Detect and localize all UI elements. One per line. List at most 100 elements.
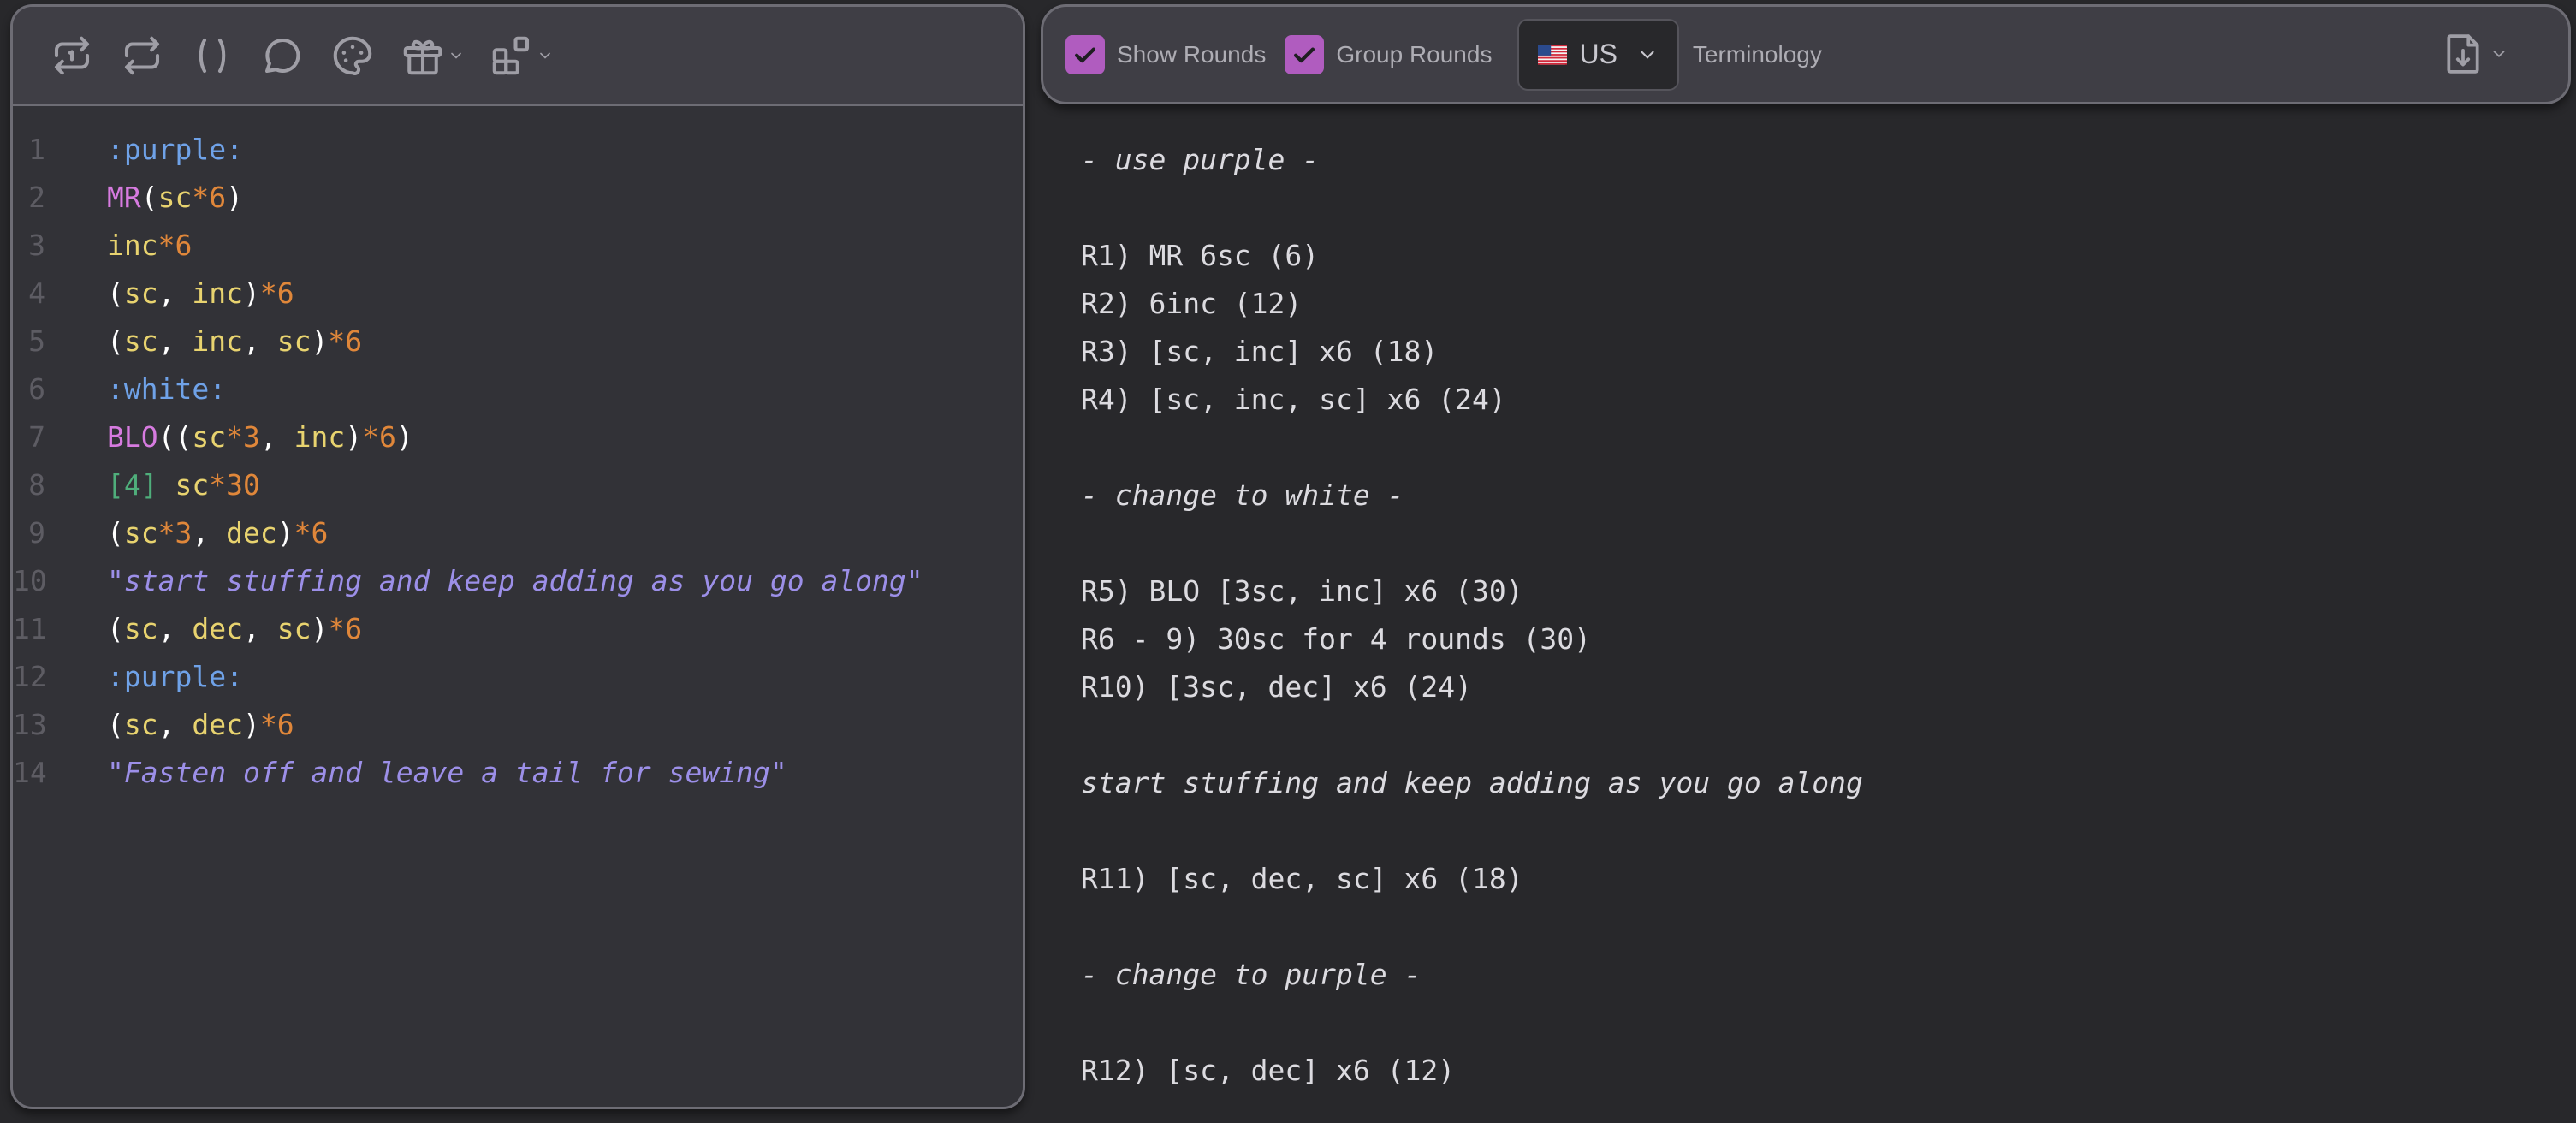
- token-num: *30: [209, 467, 260, 502]
- token-str: "Fasten off and leave a tail for sewing": [107, 755, 787, 789]
- line-number: 8: [28, 467, 45, 502]
- token-pun: (: [107, 515, 124, 550]
- token-pun: ): [242, 276, 260, 310]
- token-st: dec: [192, 611, 243, 645]
- output-round: R4) [sc, inc, sc] x6 (24): [1081, 382, 1506, 416]
- line-number: 4: [28, 276, 45, 310]
- file-download-icon: [2447, 34, 2479, 74]
- line-number: 7: [28, 419, 45, 454]
- checkmark-icon: [1294, 47, 1315, 62]
- token-pun: ): [345, 419, 363, 454]
- token-num: *6: [157, 228, 193, 262]
- code-line[interactable]: 6:white:: [13, 365, 1023, 413]
- comment-icon: [264, 38, 300, 73]
- code-line[interactable]: 10 "start stuffing and keep adding as you…: [13, 556, 1023, 604]
- token-pun: ): [395, 419, 413, 454]
- code-line[interactable]: 5 (sc, inc, sc)*6: [13, 317, 1023, 365]
- token-num: *6: [328, 324, 363, 358]
- token-pun: ): [311, 324, 329, 358]
- code-line[interactable]: 1 :purple:: [13, 125, 1023, 173]
- code-text: [4] sc*30: [80, 468, 260, 502]
- code-text: (sc, inc)*6: [80, 276, 294, 310]
- checkbox-checked[interactable]: [1285, 34, 1325, 74]
- output-round: R2) 6inc (12): [1081, 286, 1303, 320]
- output-round: R6 - 9) 30sc for 4 rounds (30): [1081, 621, 1592, 656]
- line-number: 12: [13, 659, 47, 693]
- line-number: 10: [13, 563, 47, 597]
- terminology-select[interactable]: US: [1517, 18, 1679, 91]
- token-st: sc: [123, 515, 158, 550]
- code-editor[interactable]: 1:purple: 2 MR(sc*6) 3 inc*6 4 (sc, inc)*6 5 (sc…: [13, 106, 1023, 796]
- code-text: (sc, dec, sc)*6: [80, 612, 362, 645]
- output-blank: [1081, 710, 1863, 758]
- code-line[interactable]: 2 MR(sc*6): [13, 173, 1023, 221]
- token-kw: MR: [107, 180, 141, 214]
- output-blank: [1081, 423, 1863, 471]
- token-pun: (: [107, 276, 124, 310]
- token-st: dec: [226, 515, 277, 550]
- output-round: R11) [sc, dec, sc] x6 (18): [1081, 861, 1523, 895]
- comment-button[interactable]: [259, 30, 306, 81]
- code-text: MR(sc*6): [80, 181, 243, 214]
- token-rep: [4]: [107, 467, 158, 502]
- token-st: inc: [107, 228, 158, 262]
- us-flag-icon: [1538, 44, 1568, 65]
- terminology-label: Terminology: [1692, 40, 1822, 68]
- color-palette-button[interactable]: [329, 30, 376, 81]
- code-line[interactable]: 12:purple:: [13, 652, 1023, 700]
- group-rounds-checkbox[interactable]: Group Rounds: [1285, 34, 1493, 74]
- group-rounds-label: Group Rounds: [1336, 40, 1493, 68]
- output-round: R3) [sc, inc] x6 (18): [1081, 334, 1439, 368]
- chevron-down-icon: [451, 52, 461, 59]
- token-pun: ): [226, 180, 243, 214]
- output-note: start stuffing and keep adding as you go…: [1081, 765, 1863, 799]
- show-rounds-checkbox[interactable]: Show Rounds: [1065, 34, 1267, 74]
- token-num: *6: [328, 611, 363, 645]
- code-line[interactable]: 11 (sc, dec, sc)*6: [13, 604, 1023, 652]
- code-text: "Fasten off and leave a tail for sewing": [80, 756, 787, 789]
- code-text: :purple:: [80, 133, 243, 166]
- terminology-value: US: [1579, 39, 1617, 69]
- line-number: 1: [28, 132, 45, 166]
- output-blank: [1081, 806, 1863, 854]
- output-round: R10) [3sc, dec] x6 (24): [1081, 669, 1472, 704]
- code-line[interactable]: 3 inc*6: [13, 221, 1023, 269]
- token-pun: (: [140, 180, 158, 214]
- output-note: - change to white -: [1081, 478, 1404, 512]
- code-line[interactable]: 8 [4] sc*30: [13, 460, 1023, 508]
- token-st: sc: [175, 467, 210, 502]
- checkbox-checked[interactable]: [1065, 34, 1105, 74]
- token-str: "start stuffing and keep adding as you g…: [107, 563, 923, 597]
- parentheses-button[interactable]: [189, 30, 235, 81]
- code-line[interactable]: 13 (sc, dec)*6: [13, 700, 1023, 748]
- code-text: :white:: [80, 372, 226, 406]
- pattern-output: - use purple - R1) MR 6sc (6) R2) 6inc (12…: [1081, 135, 1863, 1094]
- line-number: 13: [13, 707, 47, 741]
- token-pun: ,: [157, 611, 193, 645]
- token-pun: ,: [157, 707, 193, 741]
- gift-dropdown-button[interactable]: [400, 30, 465, 81]
- line-number: 5: [28, 324, 45, 358]
- token-num: *3: [226, 419, 260, 454]
- code-line[interactable]: 4 (sc, inc)*6: [13, 269, 1023, 317]
- token-num: *6: [294, 515, 329, 550]
- layout-dropdown-button[interactable]: [489, 30, 554, 81]
- repeat-button[interactable]: [119, 30, 165, 81]
- token-pun: [158, 468, 175, 502]
- show-rounds-label: Show Rounds: [1117, 40, 1267, 68]
- export-dropdown-button[interactable]: [2445, 33, 2508, 75]
- palette-icon: [333, 36, 372, 75]
- token-color: :purple:: [107, 132, 243, 166]
- editor-toolbar: [13, 7, 1023, 106]
- code-line[interactable]: 14 "Fasten off and leave a tail for sewin…: [13, 748, 1023, 796]
- token-color: :white:: [107, 371, 227, 406]
- code-text: inc*6: [80, 229, 192, 262]
- token-pun: (: [107, 611, 124, 645]
- token-pun: (: [107, 707, 124, 741]
- code-line[interactable]: 7 BLO((sc*3, inc)*6): [13, 413, 1023, 460]
- code-line[interactable]: 9 (sc*3, dec)*6: [13, 508, 1023, 556]
- token-st: inc: [294, 419, 346, 454]
- checkmark-icon: [1074, 47, 1096, 62]
- repeat-once-button[interactable]: [49, 30, 95, 81]
- token-kw: BLO: [107, 419, 158, 454]
